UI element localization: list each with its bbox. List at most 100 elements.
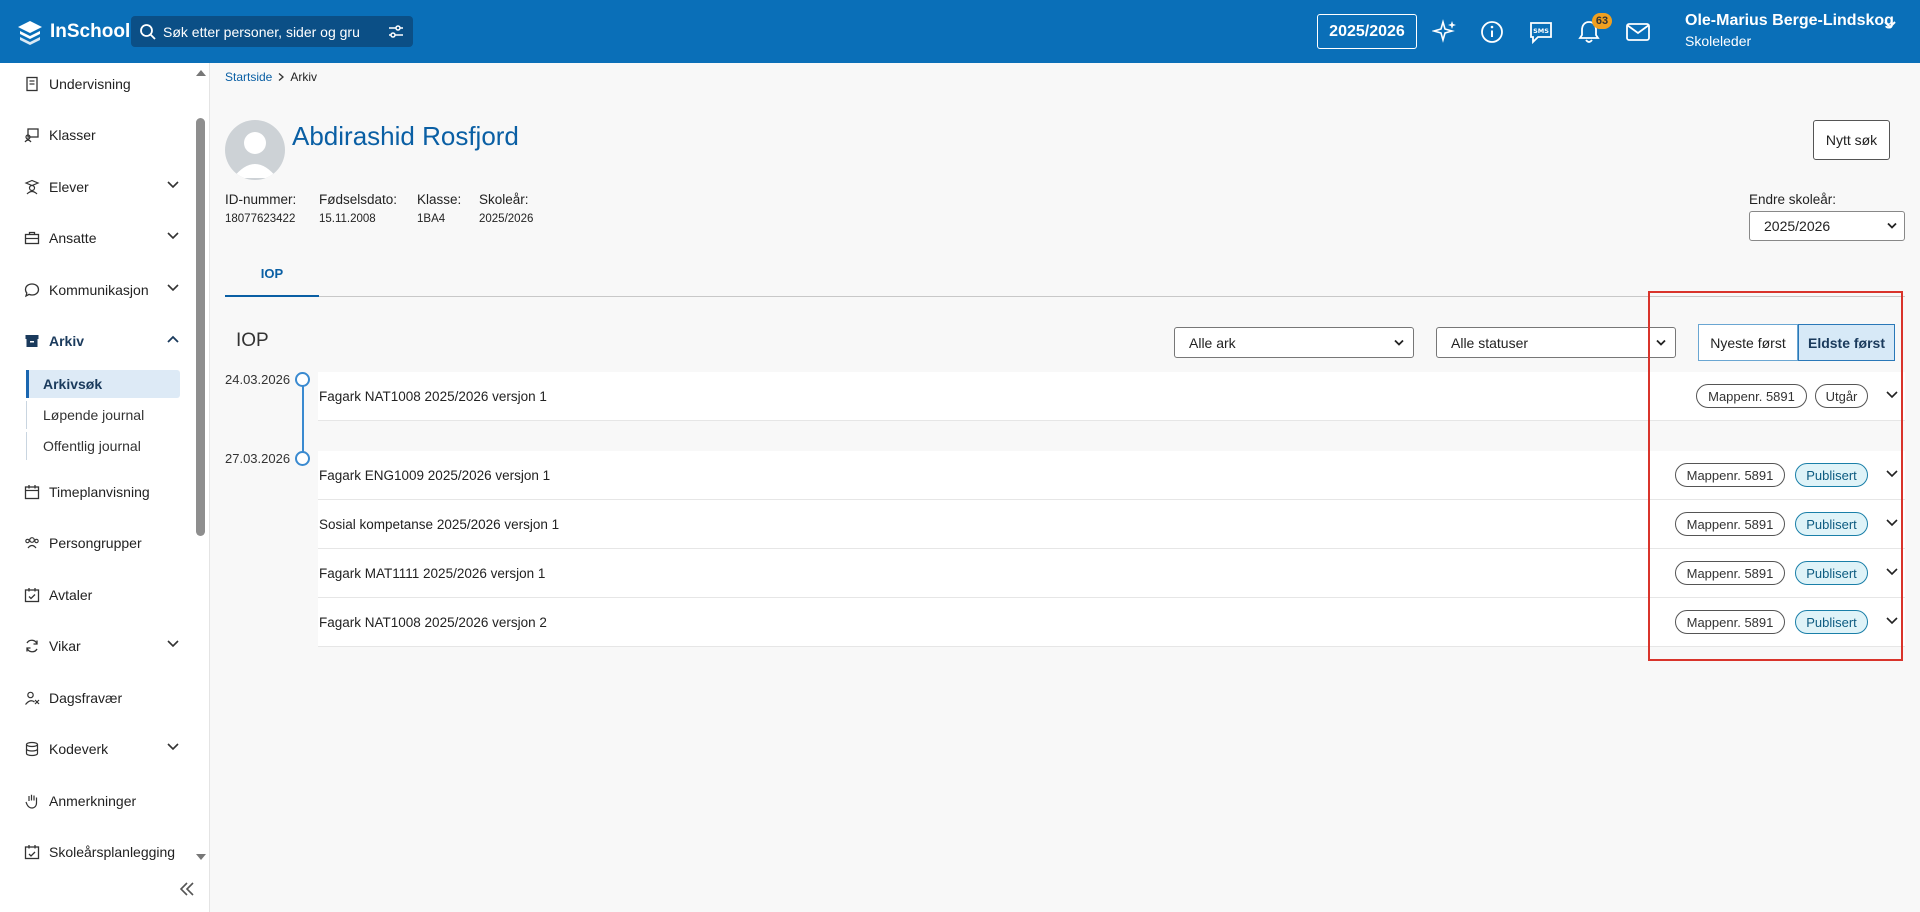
scroll-up-arrow-icon[interactable] bbox=[195, 68, 207, 78]
sheet-filter-select[interactable]: Alle ark bbox=[1174, 327, 1414, 358]
chevron-down-icon bbox=[1887, 222, 1897, 229]
chevron-down-icon bbox=[1394, 339, 1404, 346]
sort-toggle-group: Nyeste først Eldste først bbox=[1698, 324, 1895, 361]
user-menu[interactable]: Ole-Marius Berge-Lindskog Skoleleder bbox=[1685, 12, 1894, 49]
sidebar-subitem-arkivsok[interactable]: Arkivsøk bbox=[26, 370, 180, 398]
expand-chevron-icon[interactable] bbox=[1885, 469, 1899, 479]
sidebar-subitem-offentlig-journal[interactable]: Offentlig journal bbox=[26, 432, 180, 460]
sidebar-item-dagsfravaer[interactable]: Dagsfravær bbox=[24, 683, 174, 713]
calendar-plan-icon bbox=[24, 845, 40, 860]
document-title: Fagark ENG1009 2025/2026 versjon 1 bbox=[319, 467, 551, 483]
book-icon bbox=[26, 76, 38, 92]
classroom-icon bbox=[24, 128, 39, 143]
scroll-down-arrow-icon[interactable] bbox=[195, 852, 207, 862]
group-icon bbox=[25, 537, 39, 549]
list-item[interactable]: Fagark ENG1009 2025/2026 versjon 1 Mappe… bbox=[318, 451, 1905, 500]
sms-icon[interactable]: SMS bbox=[1527, 18, 1555, 46]
chevron-down-icon bbox=[167, 181, 179, 189]
hand-stop-icon bbox=[25, 794, 38, 809]
user-name: Ole-Marius Berge-Lindskog bbox=[1685, 12, 1894, 29]
briefcase-icon bbox=[24, 231, 40, 245]
info-icon[interactable] bbox=[1478, 18, 1506, 46]
status-badge: Utgår bbox=[1815, 384, 1868, 408]
status-badge: Publisert bbox=[1795, 610, 1868, 634]
search-input[interactable] bbox=[163, 23, 387, 40]
chevron-right-icon bbox=[278, 73, 285, 81]
sidebar-scrollbar[interactable] bbox=[196, 118, 205, 536]
mail-icon[interactable] bbox=[1624, 18, 1652, 46]
inschool-logo[interactable]: InSchool bbox=[16, 18, 130, 46]
folder-number-badge: Mappenr. 5891 bbox=[1675, 561, 1785, 585]
sidebar-item-persongrupper[interactable]: Persongrupper bbox=[24, 528, 174, 558]
sidebar-item-elever[interactable]: Elever bbox=[24, 172, 179, 202]
ai-sparkle-icon[interactable] bbox=[1431, 18, 1459, 46]
timeline-date: 27.03.2026 bbox=[225, 451, 291, 466]
top-bar: InSchool 2025/2026 SMS bbox=[0, 0, 1920, 63]
expand-chevron-icon[interactable] bbox=[1885, 616, 1899, 626]
status-badge: Publisert bbox=[1795, 561, 1868, 585]
folder-number-badge: Mappenr. 5891 bbox=[1675, 463, 1785, 487]
sidebar-subitem-lopende-journal[interactable]: Løpende journal bbox=[26, 401, 180, 429]
list-item[interactable]: Sosial kompetanse 2025/2026 versjon 1 Ma… bbox=[318, 500, 1905, 549]
breadcrumb: Startside Arkiv bbox=[225, 70, 317, 84]
status-filter-select[interactable]: Alle statuser bbox=[1436, 327, 1676, 358]
sidebar-item-avtaler[interactable]: Avtaler bbox=[24, 580, 174, 610]
refresh-icon bbox=[26, 639, 38, 653]
expand-chevron-icon[interactable] bbox=[1885, 390, 1899, 400]
chevron-down-icon bbox=[1656, 339, 1666, 346]
sidebar-item-skolearsplanlegging[interactable]: Skoleårsplanlegging bbox=[24, 837, 175, 867]
chevron-down-icon bbox=[167, 232, 179, 240]
chat-bubble-icon bbox=[24, 283, 40, 298]
sidebar-item-kommunikasjon[interactable]: Kommunikasjon bbox=[24, 275, 179, 305]
chevron-down-icon bbox=[167, 743, 179, 751]
chevron-down-icon[interactable] bbox=[1883, 20, 1897, 30]
tab-bar: IOP bbox=[225, 252, 1905, 297]
sidebar-item-anmerkninger[interactable]: Anmerkninger bbox=[24, 786, 174, 816]
breadcrumb-home-link[interactable]: Startside bbox=[225, 70, 272, 84]
document-title: Fagark MAT1111 2025/2026 versjon 1 bbox=[319, 565, 546, 581]
person-name: Abdirashid Rosfjord bbox=[292, 121, 519, 151]
timeline-line bbox=[302, 386, 304, 458]
expand-chevron-icon[interactable] bbox=[1885, 567, 1899, 577]
sidebar-item-arkiv[interactable]: Arkiv bbox=[24, 326, 179, 356]
list-item[interactable]: Fagark NAT1008 2025/2026 versjon 2 Mappe… bbox=[318, 598, 1905, 647]
section-title: IOP bbox=[236, 330, 269, 351]
new-search-button[interactable]: Nytt søk bbox=[1813, 120, 1890, 160]
school-year-button[interactable]: 2025/2026 bbox=[1317, 14, 1417, 49]
list-item[interactable]: Fagark NAT1008 2025/2026 versjon 1 Mappe… bbox=[318, 372, 1905, 421]
search-icon bbox=[140, 23, 156, 40]
sidebar-item-klasser[interactable]: Klasser bbox=[24, 120, 174, 150]
sidebar-item-undervisning[interactable]: Undervisning bbox=[24, 69, 174, 99]
sort-oldest-button[interactable]: Eldste først bbox=[1798, 324, 1895, 361]
expand-chevron-icon[interactable] bbox=[1885, 518, 1899, 528]
timeline-dot bbox=[295, 451, 310, 466]
sidebar-item-ansatte[interactable]: Ansatte bbox=[24, 223, 179, 253]
tab-iop[interactable]: IOP bbox=[225, 252, 319, 297]
global-search[interactable] bbox=[131, 16, 413, 47]
breadcrumb-current: Arkiv bbox=[290, 70, 318, 84]
collapse-sidebar-icon[interactable] bbox=[178, 881, 196, 897]
folder-number-badge: Mappenr. 5891 bbox=[1696, 384, 1807, 408]
sidebar-item-vikar[interactable]: Vikar bbox=[24, 631, 179, 661]
chevron-up-icon bbox=[167, 335, 179, 343]
sidebar-item-kodeverk[interactable]: Kodeverk bbox=[24, 734, 179, 764]
list-item[interactable]: Fagark MAT1111 2025/2026 versjon 1 Mappe… bbox=[318, 549, 1905, 598]
svg-text:SMS: SMS bbox=[1533, 27, 1549, 35]
logo-text: InSchool bbox=[50, 21, 131, 42]
sort-newest-button[interactable]: Nyeste først bbox=[1698, 324, 1798, 361]
sidebar: Undervisning Klasser Elever Ansatte Komm… bbox=[0, 63, 210, 912]
document-title: Sosial kompetanse 2025/2026 versjon 1 bbox=[319, 516, 560, 532]
status-badge: Publisert bbox=[1795, 512, 1868, 536]
timeline-dot bbox=[295, 372, 310, 387]
document-title: Fagark NAT1008 2025/2026 versjon 1 bbox=[319, 388, 547, 404]
change-year-select[interactable]: 2025/2026 bbox=[1749, 211, 1905, 241]
archive-box-icon bbox=[25, 335, 39, 347]
person-silhouette-icon bbox=[233, 132, 277, 178]
student-icon bbox=[24, 179, 40, 195]
meta-school-year: Skoleår: 2025/2026 bbox=[479, 192, 534, 225]
sidebar-item-timeplanvisning[interactable]: Timeplanvisning bbox=[24, 477, 174, 507]
change-year-label: Endre skoleår: bbox=[1749, 192, 1837, 207]
timeline-date: 24.03.2026 bbox=[225, 372, 291, 387]
meta-dob: Fødselsdato: 15.11.2008 bbox=[319, 192, 398, 225]
filter-sliders-icon[interactable] bbox=[387, 23, 405, 41]
